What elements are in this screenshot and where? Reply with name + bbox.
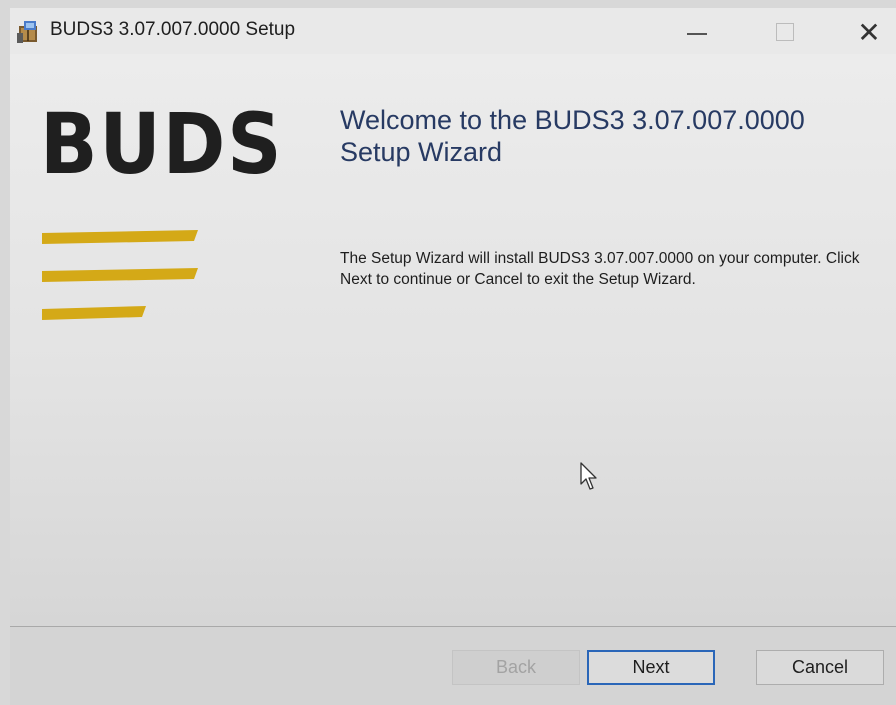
maximize-icon — [776, 23, 794, 41]
window-title: BUDS3 3.07.007.0000 Setup — [50, 19, 296, 40]
cancel-button[interactable]: Cancel — [756, 650, 884, 685]
installer-icon — [16, 19, 42, 45]
setup-window: BUDS3 3.07.007.0000 Setup ✕ BUDS Welcome… — [10, 8, 896, 705]
button-bar: Back Next Cancel — [10, 626, 896, 705]
welcome-title: Welcome to the BUDS3 3.07.007.0000 Setup… — [340, 105, 805, 167]
minimize-button[interactable] — [674, 12, 720, 52]
mouse-cursor-icon — [580, 462, 600, 496]
minimize-icon — [687, 33, 707, 35]
wizard-content: BUDS Welcome to the BUDS3 3.07.007.0000 … — [10, 54, 896, 626]
close-icon: ✕ — [857, 15, 881, 49]
buds-logo: BUDS — [40, 95, 284, 193]
title-bar: BUDS3 3.07.007.0000 Setup ✕ — [10, 8, 896, 54]
maximize-button[interactable] — [762, 12, 808, 52]
welcome-description: The Setup Wizard will install BUDS3 3.07… — [340, 250, 860, 288]
next-button[interactable]: Next — [587, 650, 715, 685]
close-button[interactable]: ✕ — [846, 12, 892, 52]
back-button[interactable]: Back — [452, 650, 580, 685]
